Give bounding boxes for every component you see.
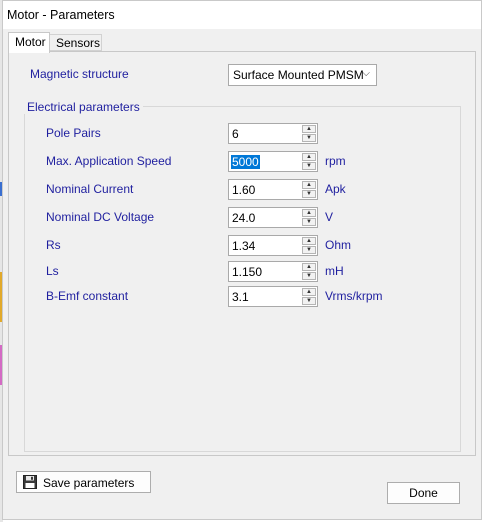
ls-spinbox[interactable]: 1.150 ▲ ▼ — [228, 261, 318, 282]
bemf-constant-label: B-Emf constant — [46, 289, 129, 303]
arrow-down-icon[interactable]: ▼ — [302, 246, 316, 254]
arrow-up-icon[interactable]: ▲ — [302, 263, 316, 271]
magnetic-structure-label: Magnetic structure — [30, 67, 129, 81]
chevron-down-icon: ⌵ — [362, 68, 370, 79]
max-speed-spinbox[interactable]: 5000 ▲ ▼ — [228, 151, 318, 172]
pole-pairs-value: 6 — [232, 127, 239, 141]
parameters-dialog: Motor - Parameters Motor Sensors Magneti… — [2, 0, 482, 520]
nominal-current-unit: Apk — [325, 182, 346, 196]
max-speed-value: 5000 — [231, 155, 260, 169]
arrow-down-icon[interactable]: ▼ — [302, 218, 316, 226]
pole-pairs-spinbox[interactable]: 6 ▲ ▼ — [228, 123, 318, 144]
arrow-down-icon[interactable]: ▼ — [302, 272, 316, 280]
nominal-dc-voltage-unit: V — [325, 210, 334, 224]
ls-value: 1.150 — [232, 265, 263, 279]
bemf-constant-unit: Vrms/krpm — [325, 289, 383, 303]
rs-label: Rs — [46, 238, 61, 252]
title-bar[interactable]: Motor - Parameters — [3, 1, 481, 29]
floppy-disk-icon — [23, 475, 37, 489]
bemf-constant-spinbox[interactable]: 3.1 ▲ ▼ — [228, 286, 318, 307]
arrow-down-icon[interactable]: ▼ — [302, 190, 316, 198]
arrow-down-icon[interactable]: ▼ — [302, 297, 316, 305]
max-speed-unit: rpm — [325, 154, 346, 168]
arrow-up-icon[interactable]: ▲ — [302, 209, 316, 217]
arrow-up-icon[interactable]: ▲ — [302, 237, 316, 245]
rs-unit: Ohm — [325, 238, 352, 252]
done-button[interactable]: Done — [387, 482, 460, 504]
save-parameters-button[interactable]: Save parameters — [16, 471, 151, 493]
arrow-up-icon[interactable]: ▲ — [302, 153, 316, 161]
motor-tab-panel: Magnetic structure Surface Mounted PMSM … — [8, 51, 476, 456]
tab-motor[interactable]: Motor — [8, 32, 50, 53]
pole-pairs-label: Pole Pairs — [46, 126, 101, 140]
bemf-constant-value: 3.1 — [232, 290, 249, 304]
nominal-current-spinbox[interactable]: 1.60 ▲ ▼ — [228, 179, 318, 200]
tab-sensors[interactable]: Sensors — [50, 34, 102, 51]
arrow-up-icon[interactable]: ▲ — [302, 125, 316, 133]
rs-spinbox[interactable]: 1.34 ▲ ▼ — [228, 235, 318, 256]
magnetic-structure-value: Surface Mounted PMSM — [233, 68, 364, 82]
arrow-down-icon[interactable]: ▼ — [302, 134, 316, 142]
nominal-current-label: Nominal Current — [46, 182, 134, 196]
arrow-up-icon[interactable]: ▲ — [302, 288, 316, 296]
nominal-dc-voltage-label: Nominal DC Voltage — [46, 210, 155, 224]
arrow-down-icon[interactable]: ▼ — [302, 162, 316, 170]
nominal-dc-voltage-spinbox[interactable]: 24.0 ▲ ▼ — [228, 207, 318, 228]
rs-value: 1.34 — [232, 239, 256, 253]
nominal-current-value: 1.60 — [232, 183, 256, 197]
arrow-up-icon[interactable]: ▲ — [302, 181, 316, 189]
ls-label: Ls — [46, 264, 59, 278]
nominal-dc-voltage-value: 24.0 — [232, 211, 256, 225]
electrical-parameters-title: Electrical parameters — [24, 100, 143, 114]
magnetic-structure-select[interactable]: Surface Mounted PMSM ⌵ — [228, 64, 377, 86]
ls-unit: mH — [325, 264, 344, 278]
window-title: Motor - Parameters — [7, 8, 115, 22]
save-parameters-label: Save parameters — [43, 476, 135, 490]
max-speed-label: Max. Application Speed — [46, 154, 172, 168]
